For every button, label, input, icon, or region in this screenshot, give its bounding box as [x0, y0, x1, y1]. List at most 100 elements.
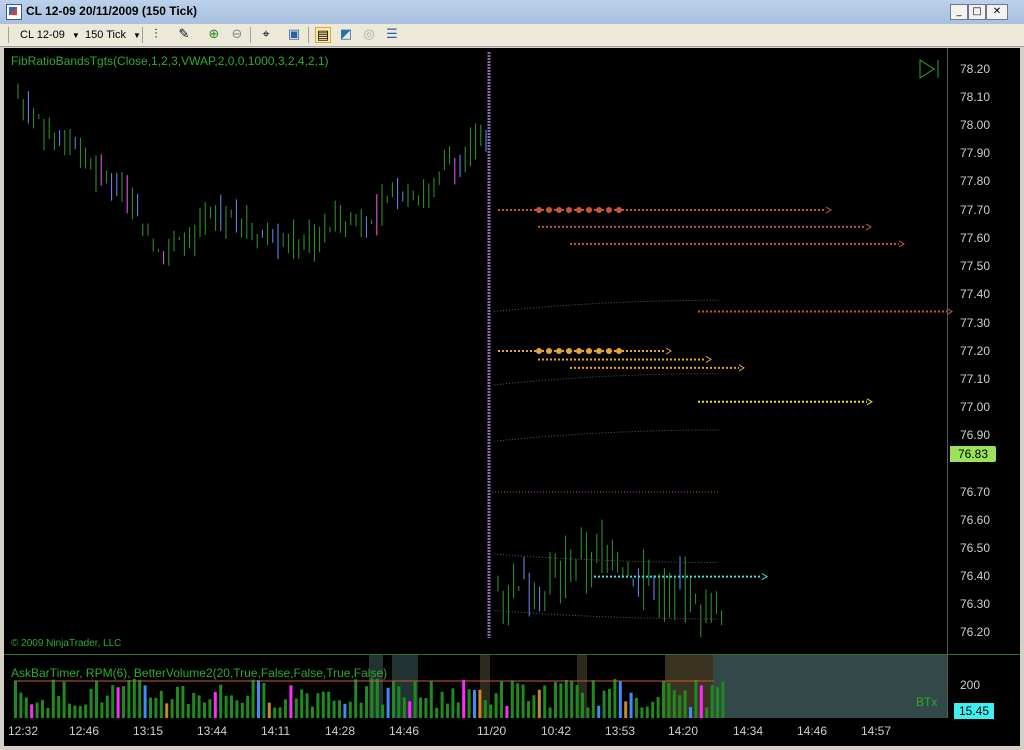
toolbar-separator	[308, 27, 309, 43]
x-tick-label: 13:15	[133, 724, 164, 738]
volume-bar	[24, 697, 28, 718]
close-button[interactable]: ✕	[986, 4, 1008, 20]
target-dot	[616, 348, 622, 354]
drawing-pencil-icon[interactable]: ✎	[176, 27, 192, 43]
volume-bar	[197, 695, 201, 718]
period-selector[interactable]: 150 Tick ▼	[85, 27, 141, 43]
volume-bar	[159, 690, 163, 718]
y-tick-label: 77.60	[960, 231, 991, 245]
chart-trader-icon[interactable]: ◎	[361, 27, 377, 43]
volume-bar	[348, 701, 352, 718]
maximize-button[interactable]: □	[968, 4, 986, 20]
volume-bar	[510, 680, 514, 718]
volume-bar	[375, 678, 379, 718]
instrument-selector[interactable]: CL 12-09 ▼	[20, 27, 80, 43]
volume-bar	[246, 695, 250, 718]
volume-bar	[316, 693, 320, 718]
volume-bar	[300, 689, 304, 718]
volume-bar	[14, 680, 17, 718]
x-tick-label: 14:34	[733, 724, 764, 738]
btx-label: BTx	[916, 695, 938, 709]
volume-bar	[456, 702, 460, 718]
volume-bar	[521, 684, 525, 718]
volume-bar	[473, 689, 476, 718]
volume-tick-label: 200	[960, 678, 981, 692]
volume-bar	[165, 703, 169, 718]
app-icon	[6, 4, 22, 20]
volume-bar	[51, 679, 55, 718]
volume-bar	[100, 702, 104, 718]
volume-bar	[429, 680, 433, 718]
target-dot	[586, 348, 592, 354]
target-dot	[566, 207, 572, 213]
volume-bar	[203, 702, 206, 718]
target-dot	[546, 207, 552, 213]
strategies-icon[interactable]: ▤	[315, 27, 331, 43]
x-tick-label: 14:20	[668, 724, 699, 738]
volume-bar	[624, 701, 628, 718]
target-dot	[596, 348, 602, 354]
y-tick-label: 76.20	[960, 625, 991, 639]
volume-bar	[240, 702, 244, 718]
volume-bar	[505, 705, 509, 718]
price-chart[interactable]: FibRatioBandsTgts(Close,1,2,3,VWAP,2,0,0…	[4, 48, 1020, 746]
volume-bar	[154, 697, 158, 718]
volume-bar	[451, 688, 455, 718]
volume-bar	[359, 702, 363, 718]
volume-bar	[527, 701, 530, 718]
x-tick-label: 14:46	[389, 724, 420, 738]
volume-bar	[30, 704, 34, 718]
y-tick-label: 76.70	[960, 485, 991, 499]
target-arrow	[825, 206, 832, 214]
crosshair-icon[interactable]: ⌖	[258, 27, 274, 43]
volume-shade	[713, 654, 947, 718]
volume-bar	[618, 680, 622, 718]
band-line	[493, 429, 720, 442]
volume-bar	[289, 685, 293, 718]
properties-icon[interactable]: ▣	[286, 27, 302, 43]
indicators-icon[interactable]: ◩	[338, 27, 354, 43]
volume-bar	[500, 681, 503, 718]
target-dot	[596, 207, 602, 213]
data-box-icon[interactable]: ☰	[384, 27, 400, 43]
volume-bar	[213, 691, 217, 718]
minimize-button[interactable]: _	[950, 4, 968, 20]
volume-bar	[143, 685, 147, 718]
y-axis-line	[947, 48, 948, 718]
volume-bar	[613, 679, 617, 718]
volume-bar	[73, 705, 77, 718]
volume-bar	[494, 693, 498, 718]
volume-bar	[629, 692, 633, 718]
chart-window: CL 12-09 20/11/2009 (150 Tick) _ □ ✕ CL …	[0, 0, 1024, 750]
chart-canvas[interactable]	[4, 48, 1020, 746]
volume-bar	[532, 695, 536, 718]
volume-bar	[656, 696, 660, 718]
target-arrow	[761, 573, 768, 581]
volume-bar	[46, 707, 50, 718]
volume-bar	[278, 707, 282, 718]
volume-bar	[186, 703, 190, 718]
volume-bar	[554, 682, 557, 718]
target-dot	[606, 207, 612, 213]
zoom-out-icon[interactable]: ⊖	[229, 27, 245, 43]
volume-bar	[181, 685, 185, 718]
title-bar[interactable]: CL 12-09 20/11/2009 (150 Tick) _ □ ✕	[0, 0, 1024, 25]
target-dot	[586, 207, 592, 213]
target-dot	[536, 348, 542, 354]
volume-bar	[354, 679, 358, 718]
zoom-in-icon[interactable]: ⊕	[206, 27, 222, 43]
volume-bar	[332, 700, 336, 718]
target-dot	[576, 207, 582, 213]
volume-bar	[327, 691, 331, 718]
copyright-text: © 2009 NinjaTrader, LLC	[11, 638, 122, 649]
volume-bar	[408, 701, 412, 718]
volume-bar	[591, 680, 595, 718]
volume-bar	[78, 705, 82, 718]
y-tick-label: 78.20	[960, 62, 991, 76]
panel-separator[interactable]	[4, 654, 1020, 655]
x-tick-label: 14:28	[325, 724, 356, 738]
volume-bar	[462, 679, 466, 718]
bar-type-icon[interactable]: ⫶	[148, 27, 164, 43]
volume-bar	[89, 688, 93, 718]
instrument-label: CL 12-09	[20, 29, 65, 41]
